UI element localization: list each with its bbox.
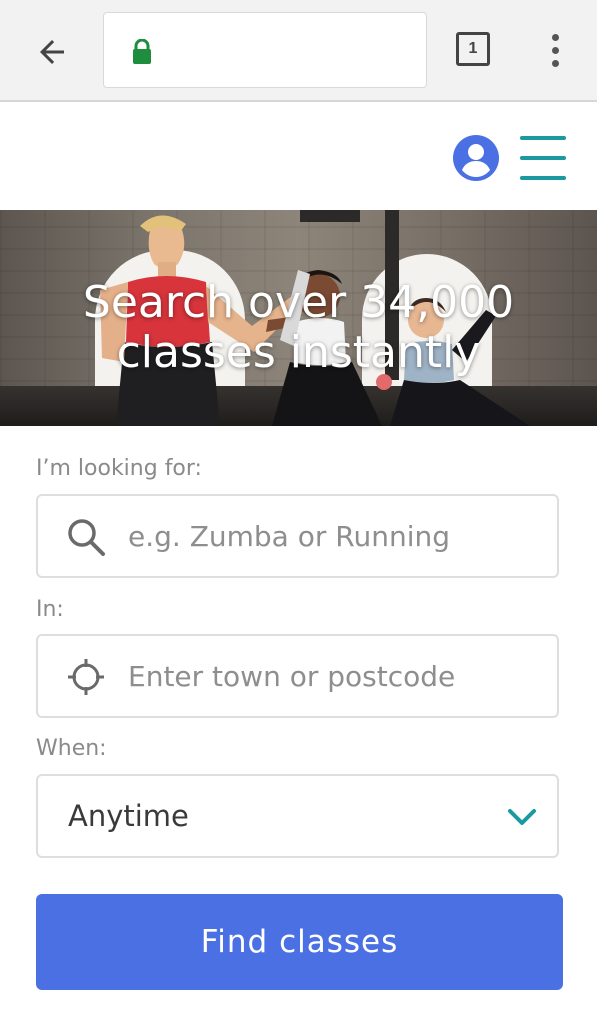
site-header: [0, 104, 597, 210]
activity-search-input[interactable]: [126, 496, 547, 576]
looking-for-label: I’m looking for:: [36, 456, 202, 481]
tab-count: 1: [468, 40, 478, 57]
crosshair-icon: [68, 659, 104, 695]
when-select[interactable]: Anytime: [36, 774, 559, 858]
find-classes-button[interactable]: Find classes: [36, 894, 563, 990]
arrow-left-icon: [40, 40, 64, 64]
chevron-down-icon: [508, 809, 536, 825]
more-vert-icon: [551, 33, 559, 41]
when-select-value: Anytime: [68, 799, 189, 833]
tab-switcher-button[interactable]: 1: [456, 32, 490, 66]
account-circle-icon[interactable]: [452, 134, 500, 182]
browser-toolbar: 1: [0, 0, 597, 102]
hero-title: Search over 34,000 classes instantly: [82, 277, 515, 378]
location-label: In:: [36, 597, 64, 622]
hamburger-menu-icon[interactable]: [520, 136, 568, 180]
hero-banner: Search over 34,000 classes instantly: [0, 210, 597, 426]
when-label: When:: [36, 736, 107, 761]
back-button[interactable]: [30, 30, 74, 74]
location-input[interactable]: [126, 636, 547, 716]
location-field[interactable]: [36, 634, 559, 718]
lock-icon: [133, 39, 151, 64]
browser-menu-button[interactable]: [540, 30, 570, 70]
activity-search-field[interactable]: [36, 494, 559, 578]
address-bar[interactable]: [103, 12, 427, 88]
search-icon: [68, 519, 105, 556]
